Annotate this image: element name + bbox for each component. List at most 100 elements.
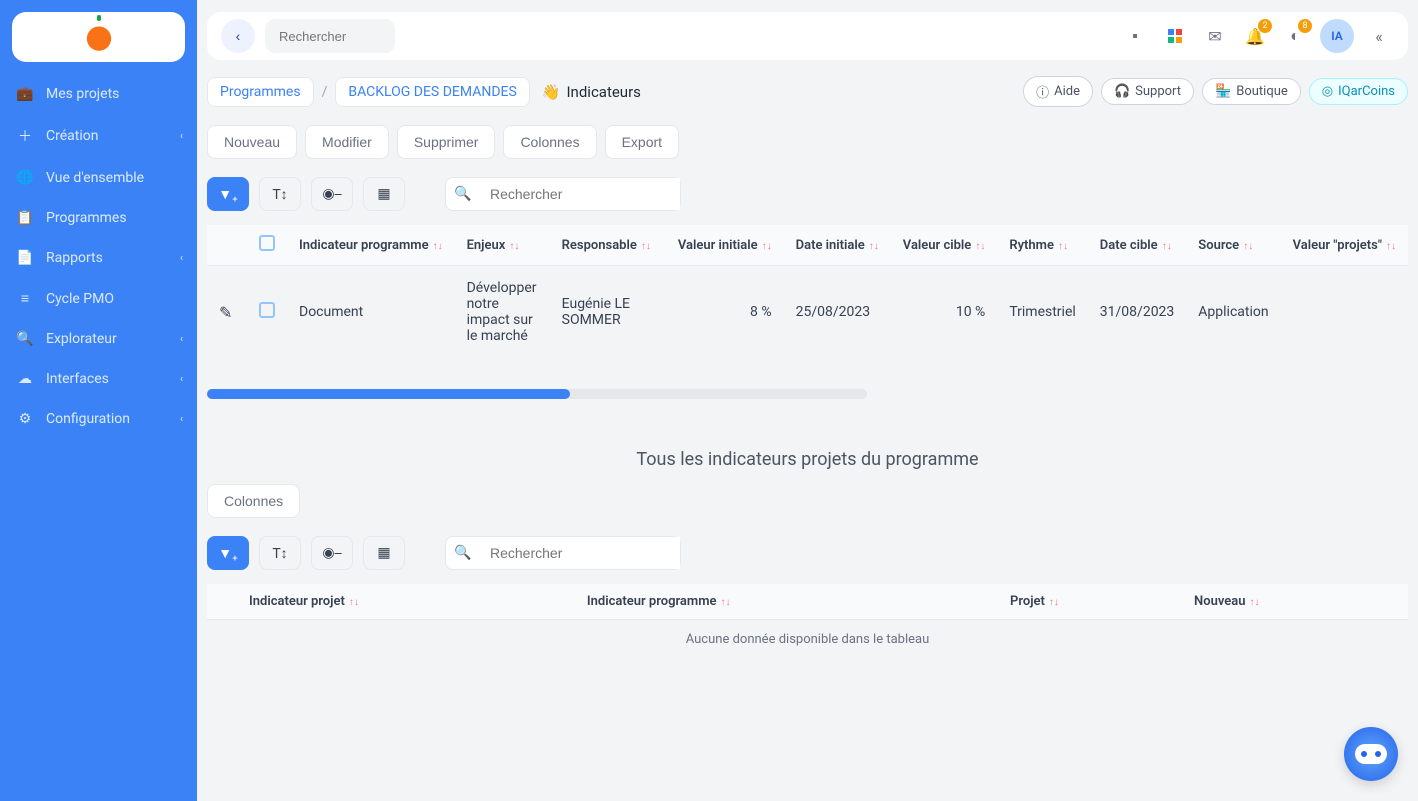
- gear-icon: ⚙: [16, 411, 34, 427]
- edit-icon[interactable]: ✎: [219, 303, 232, 322]
- back-button[interactable]: ‹: [221, 19, 255, 53]
- col-valeur-cible[interactable]: Valeur cible↑↓: [891, 225, 998, 266]
- nav-label: Mes projets: [46, 86, 119, 102]
- table-icon: ▦: [377, 545, 390, 561]
- nav-creation[interactable]: ＋ Création ‹: [0, 114, 197, 158]
- table2-toolbar: ▼₊ T↕ ◉⎯ ▦ 🔍: [207, 536, 1408, 570]
- empty-message: Aucune donnée disponible dans le tableau: [207, 620, 1408, 660]
- nav-label: Programmes: [46, 210, 127, 226]
- col-indicateur-programme-2[interactable]: Indicateur programme↑↓: [575, 584, 998, 620]
- nav-explorateur[interactable]: 🔍 Explorateur ‹: [0, 319, 197, 359]
- table-search-input[interactable]: [480, 178, 680, 210]
- col-source[interactable]: Source↑↓: [1186, 225, 1280, 266]
- col-nouveau[interactable]: Nouveau↑↓: [1182, 584, 1408, 620]
- nav-mes-projets[interactable]: 💼 Mes projets: [0, 74, 197, 114]
- select-all-checkbox[interactable]: [259, 235, 275, 251]
- row-checkbox[interactable]: [259, 302, 275, 318]
- search-icon: 🔍: [446, 545, 480, 561]
- notifications-icon[interactable]: 🔔 2: [1240, 21, 1270, 51]
- collapse-icon[interactable]: «: [1364, 21, 1394, 51]
- text-size-button[interactable]: T↕: [259, 536, 301, 570]
- apps-icon[interactable]: [1160, 21, 1190, 51]
- sort-icon: ↑↓: [641, 241, 651, 252]
- breadcrumb: Programmes / BACKLOG DES DEMANDES 👋 Indi…: [207, 76, 1408, 107]
- colonnes-button-2[interactable]: Colonnes: [207, 484, 300, 518]
- search-icon: 🔍: [16, 331, 34, 347]
- col-valeur-projets[interactable]: Valeur "projets"↑↓: [1281, 225, 1408, 266]
- nav-configuration[interactable]: ⚙ Configuration ‹: [0, 399, 197, 439]
- robot-icon: [1355, 744, 1387, 764]
- col-enjeux[interactable]: Enjeux↑↓: [455, 225, 550, 266]
- col-date-initiale[interactable]: Date initiale↑↓: [784, 225, 891, 266]
- wave-icon: 👋: [542, 83, 561, 101]
- topbar: ‹ ▪ ✉ 🔔 2 ◐ 8 IA «: [207, 12, 1408, 60]
- pill-label: Boutique: [1236, 84, 1288, 99]
- nav-label: Configuration: [46, 411, 130, 427]
- col-indicateur-programme[interactable]: Indicateur programme↑↓: [287, 225, 455, 266]
- chatbot-button[interactable]: [1344, 727, 1398, 781]
- action-bar: Nouveau Modifier Supprimer Colonnes Expo…: [207, 125, 1408, 159]
- breadcrumb-backlog[interactable]: BACKLOG DES DEMANDES: [335, 77, 529, 107]
- page-title: Indicateurs: [566, 83, 640, 101]
- col-valeur-initiale[interactable]: Valeur initiale↑↓: [666, 225, 784, 266]
- indicators-table-wrap: Indicateur programme↑↓ Enjeux↑↓ Responsa…: [207, 225, 1408, 359]
- nav-cycle-pmo[interactable]: ≡ Cycle PMO: [0, 278, 197, 319]
- logo[interactable]: [12, 12, 185, 62]
- col-date-cible[interactable]: Date cible↑↓: [1088, 225, 1187, 266]
- sort-icon: ↑↓: [1250, 597, 1260, 608]
- scrollbar-thumb[interactable]: [207, 389, 570, 399]
- help-iqarcoins[interactable]: ◎ IQarCoins: [1309, 78, 1408, 105]
- modifier-button[interactable]: Modifier: [305, 125, 389, 159]
- nav-label: Interfaces: [46, 371, 109, 387]
- filter-add-button[interactable]: ▼₊: [207, 536, 249, 570]
- sort-icon: ↑↓: [1386, 241, 1396, 252]
- colonnes-button[interactable]: Colonnes: [503, 125, 596, 159]
- sort-icon: ↑↓: [869, 241, 879, 252]
- nav-label: Rapports: [46, 250, 103, 266]
- notifications-badge: 2: [1258, 19, 1272, 33]
- nav-rapports[interactable]: 📄 Rapports ‹: [0, 238, 197, 278]
- mail-icon[interactable]: ✉: [1200, 21, 1230, 51]
- headset-icon: 🎧: [1114, 84, 1130, 99]
- nav-label: Cycle PMO: [46, 291, 114, 307]
- toggle-button[interactable]: ◉⎯: [311, 177, 353, 211]
- chevron-left-icon: ‹: [180, 414, 183, 425]
- sort-icon: ↑↓: [1162, 241, 1172, 252]
- col-projet[interactable]: Projet↑↓: [998, 584, 1182, 620]
- nav-vue-ensemble[interactable]: 🌐 Vue d'ensemble: [0, 158, 197, 198]
- global-search-input[interactable]: [265, 19, 395, 53]
- col-responsable[interactable]: Responsable↑↓: [550, 225, 666, 266]
- help-support[interactable]: 🎧 Support: [1101, 78, 1194, 105]
- table2-search-wrap: 🔍: [445, 536, 681, 570]
- help-aide[interactable]: ⓘ Aide: [1023, 76, 1093, 107]
- nouveau-button[interactable]: Nouveau: [207, 125, 297, 159]
- nav-programmes[interactable]: 📋 Programmes: [0, 198, 197, 238]
- filter-add-button[interactable]: ▼₊: [207, 177, 249, 211]
- filter-plus-icon: ▼₊: [218, 545, 238, 562]
- horizontal-scrollbar[interactable]: [207, 389, 867, 399]
- cell-rythme: Trimestriel: [997, 266, 1087, 359]
- cell-enjeux: Développer notre impact sur le marché: [455, 266, 550, 359]
- table-row[interactable]: ✎ Document Développer notre impact sur l…: [207, 266, 1408, 359]
- projects-table-wrap: Indicateur projet↑↓ Indicateur programme…: [207, 584, 1408, 660]
- pill-label: Aide: [1054, 84, 1080, 99]
- breadcrumb-programmes[interactable]: Programmes: [207, 77, 314, 107]
- nav-interfaces[interactable]: ☁ Interfaces ‹: [0, 359, 197, 399]
- filter-plus-icon: ▼₊: [218, 186, 238, 203]
- col-indicateur-projet[interactable]: Indicateur projet↑↓: [237, 584, 575, 620]
- cell-valeur-cible: 10 %: [891, 266, 998, 359]
- table2-search-input[interactable]: [480, 537, 680, 569]
- help-boutique[interactable]: 🏪 Boutique: [1202, 78, 1301, 105]
- toggle-button[interactable]: ◉⎯: [311, 536, 353, 570]
- col-rythme[interactable]: Rythme↑↓: [997, 225, 1087, 266]
- export-button[interactable]: Export: [605, 125, 679, 159]
- cell-valeur-projets: [1281, 266, 1408, 359]
- avatar[interactable]: IA: [1320, 19, 1354, 53]
- text-size-button[interactable]: T↕: [259, 177, 301, 211]
- table-view-button[interactable]: ▦: [363, 536, 405, 570]
- chat-icon[interactable]: ▪: [1120, 21, 1150, 51]
- table-view-button[interactable]: ▦: [363, 177, 405, 211]
- theme-icon[interactable]: ◐ 8: [1280, 21, 1310, 51]
- text-size-icon: T↕: [272, 545, 287, 562]
- supprimer-button[interactable]: Supprimer: [397, 125, 496, 159]
